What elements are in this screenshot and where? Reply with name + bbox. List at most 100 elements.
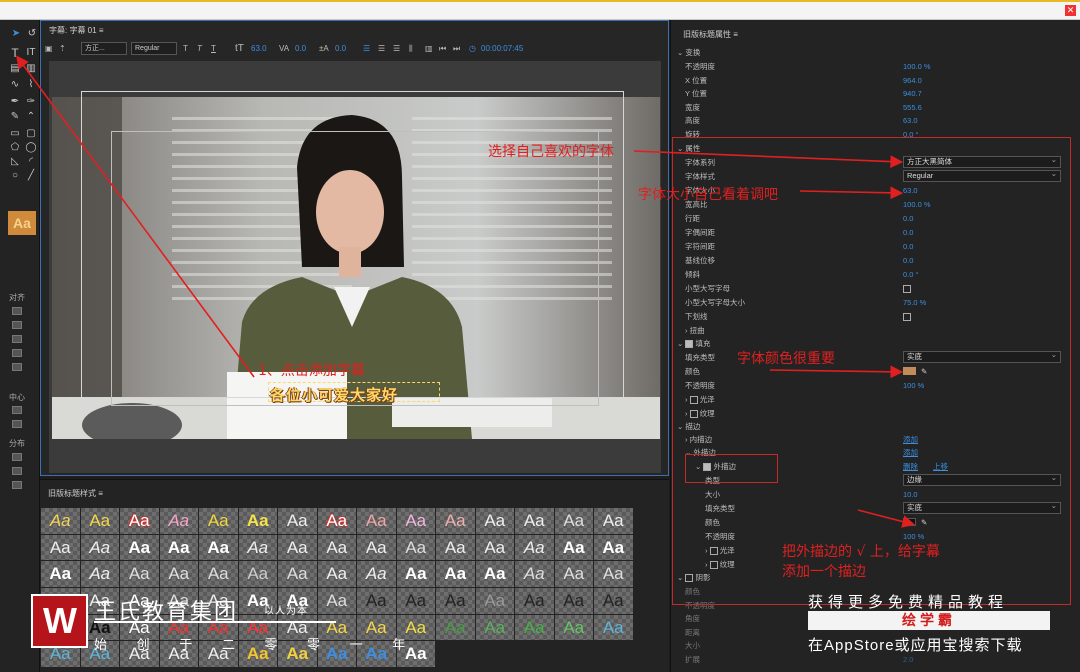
style-swatch[interactable]: Aa bbox=[159, 561, 198, 588]
style-swatch[interactable]: Aa bbox=[554, 561, 593, 588]
style-swatch[interactable]: Aa bbox=[80, 508, 119, 534]
style-swatch[interactable]: Aa bbox=[238, 561, 277, 588]
style-swatch[interactable]: Aa bbox=[436, 588, 475, 614]
font-size-value[interactable]: 63.0 bbox=[251, 43, 267, 55]
align-middle-icon[interactable] bbox=[12, 363, 22, 371]
align-left-text-icon[interactable]: ☰ bbox=[363, 43, 370, 55]
leading-value[interactable]: 0.0 bbox=[335, 43, 346, 55]
style-swatch[interactable]: Aa bbox=[357, 508, 396, 534]
style-swatch[interactable]: Aa bbox=[396, 588, 435, 614]
row-value[interactable]: 100.0 % bbox=[903, 60, 931, 73]
row-value[interactable]: 964.0 bbox=[903, 74, 922, 87]
clipped-corner-tool-icon[interactable]: ⬠ bbox=[9, 142, 21, 154]
style-swatch[interactable]: Aa bbox=[41, 508, 80, 534]
style-swatch[interactable]: Aa bbox=[120, 534, 159, 561]
style-swatch[interactable]: Aa bbox=[159, 508, 198, 534]
tab-stops-icon[interactable]: ⫼ bbox=[409, 43, 413, 55]
style-swatch[interactable]: Aa bbox=[41, 534, 80, 561]
style-swatch[interactable]: Aa bbox=[120, 561, 159, 588]
style-swatch[interactable]: Aa bbox=[515, 508, 554, 534]
style-swatch[interactable]: Aa bbox=[317, 508, 356, 534]
style-swatch[interactable]: Aa bbox=[357, 561, 396, 588]
prev-frame-icon[interactable]: ⏮ bbox=[439, 43, 446, 55]
style-swatch[interactable]: Aa bbox=[120, 508, 159, 534]
row-value[interactable]: 63.0 bbox=[903, 114, 918, 127]
style-swatch[interactable]: Aa bbox=[594, 588, 633, 614]
type-tool-icon[interactable]: T bbox=[9, 47, 21, 59]
style-swatch[interactable]: Aa bbox=[554, 508, 593, 534]
center-vertical-icon[interactable] bbox=[12, 420, 22, 428]
style-swatch[interactable]: Aa bbox=[317, 561, 356, 588]
style-swatch[interactable]: Aa bbox=[475, 588, 514, 614]
align-right-text-icon[interactable]: ☰ bbox=[393, 43, 400, 55]
style-swatch[interactable]: Aa bbox=[515, 561, 554, 588]
style-swatch[interactable]: Aa bbox=[396, 508, 435, 534]
convert-anchor-tool-icon[interactable]: ⌃ bbox=[25, 111, 37, 123]
style-swatch[interactable]: Aa bbox=[357, 588, 396, 614]
wedge-tool-icon[interactable]: ◺ bbox=[9, 156, 21, 168]
style-swatch[interactable]: Aa bbox=[475, 614, 514, 641]
italic-icon[interactable]: T bbox=[197, 43, 202, 55]
roll-crawl-icon[interactable]: ⇡ bbox=[59, 43, 66, 55]
align-top-icon[interactable] bbox=[12, 349, 22, 357]
distribute-right-icon[interactable] bbox=[12, 481, 22, 489]
style-swatch[interactable]: Aa bbox=[554, 534, 593, 561]
close-icon[interactable]: ✕ bbox=[1065, 5, 1076, 16]
style-swatch[interactable]: Aa bbox=[278, 534, 317, 561]
rounded-rectangle-tool-icon[interactable]: ▢ bbox=[25, 128, 37, 140]
add-anchor-tool-icon[interactable]: ✎ bbox=[9, 111, 21, 123]
align-left-icon[interactable] bbox=[12, 307, 22, 315]
distribute-left-icon[interactable] bbox=[12, 453, 22, 461]
style-swatch[interactable]: Aa bbox=[594, 508, 633, 534]
style-swatch[interactable]: Aa bbox=[278, 508, 317, 534]
style-swatch[interactable]: Aa bbox=[594, 614, 633, 641]
rectangle-tool-icon[interactable]: ▭ bbox=[9, 128, 21, 140]
pen-tool-icon[interactable]: ✒ bbox=[9, 96, 21, 108]
font-style-dropdown[interactable]: Regular bbox=[131, 42, 177, 55]
caption-text[interactable]: 各位小可爱大家好 bbox=[270, 384, 440, 404]
style-swatch[interactable]: Aa bbox=[159, 534, 198, 561]
vertical-area-type-tool-icon[interactable]: ▥ bbox=[25, 63, 37, 75]
show-background-video-icon[interactable]: ▥ bbox=[425, 43, 433, 55]
style-swatch[interactable]: Aa bbox=[515, 588, 554, 614]
kerning-value[interactable]: 0.0 bbox=[295, 43, 306, 55]
font-family-dropdown[interactable]: 方正... bbox=[81, 42, 127, 55]
style-swatch[interactable]: Aa bbox=[238, 508, 277, 534]
rounded-corner-tool-icon[interactable]: ◯ bbox=[25, 142, 37, 154]
style-swatch[interactable]: Aa bbox=[278, 561, 317, 588]
timecode[interactable]: 00:00:07:45 bbox=[481, 43, 523, 55]
style-swatch[interactable]: Aa bbox=[594, 561, 633, 588]
style-swatch[interactable]: Aa bbox=[41, 561, 80, 588]
style-swatch[interactable]: Aa bbox=[357, 534, 396, 561]
section-transform[interactable]: ⌄ 变换 bbox=[671, 46, 1080, 59]
center-horizontal-icon[interactable] bbox=[12, 406, 22, 414]
style-swatch[interactable]: Aa bbox=[317, 588, 356, 614]
style-swatch[interactable]: Aa bbox=[594, 534, 633, 561]
next-frame-icon[interactable]: ⏭ bbox=[453, 43, 460, 55]
bold-icon[interactable]: T bbox=[183, 43, 188, 55]
area-type-tool-icon[interactable]: ▤ bbox=[9, 63, 21, 75]
style-swatch[interactable]: Aa bbox=[436, 614, 475, 641]
align-right-icon[interactable] bbox=[12, 335, 22, 343]
style-swatch[interactable]: Aa bbox=[238, 534, 277, 561]
style-swatch[interactable]: Aa bbox=[199, 534, 238, 561]
style-swatch[interactable]: Aa bbox=[475, 534, 514, 561]
underline-icon[interactable]: T bbox=[211, 43, 216, 55]
style-swatch[interactable]: Aa bbox=[80, 534, 119, 561]
style-swatch[interactable]: Aa bbox=[396, 561, 435, 588]
style-swatch[interactable]: Aa bbox=[515, 614, 554, 641]
row-value[interactable]: 555.6 bbox=[903, 101, 922, 114]
style-swatch[interactable]: Aa bbox=[475, 561, 514, 588]
arc-tool-icon[interactable]: ◜ bbox=[25, 156, 37, 168]
style-swatch[interactable]: Aa bbox=[199, 561, 238, 588]
path-type-tool-icon[interactable]: ∿ bbox=[9, 79, 21, 91]
vertical-type-tool-icon[interactable]: IT bbox=[25, 47, 37, 59]
align-center-icon[interactable] bbox=[12, 321, 22, 329]
align-center-text-icon[interactable]: ☰ bbox=[378, 43, 385, 55]
style-swatch[interactable]: Aa bbox=[317, 534, 356, 561]
style-swatch[interactable]: Aa bbox=[80, 561, 119, 588]
style-swatch[interactable]: Aa bbox=[436, 508, 475, 534]
new-title-icon[interactable]: ▣ bbox=[45, 43, 53, 55]
style-swatch[interactable]: Aa bbox=[436, 561, 475, 588]
selection-tool-icon[interactable]: ➤ bbox=[10, 28, 22, 40]
